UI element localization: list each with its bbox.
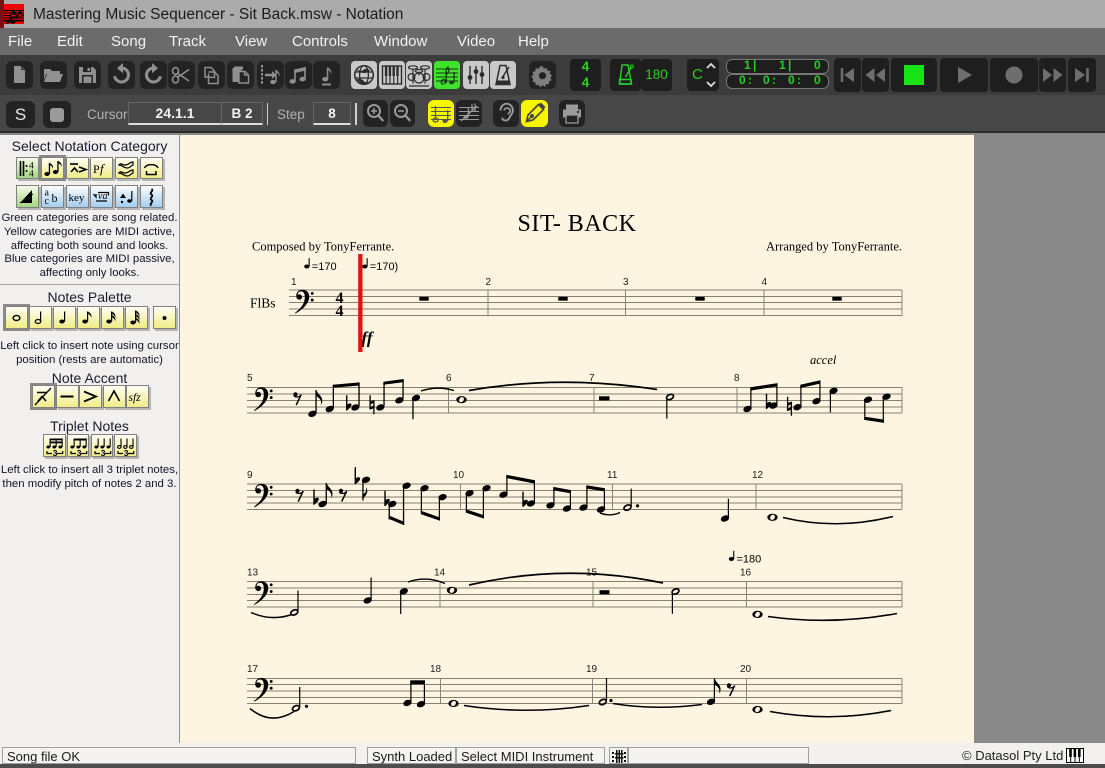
svg-text:=180: =180 [737,554,762,566]
svg-text:c: c [45,196,50,207]
svg-text:b: b [52,191,58,205]
svg-text:18: 18 [430,664,442,675]
svg-text:SIT- BACK: SIT- BACK [518,211,637,237]
svg-text:10: 10 [453,470,465,481]
svg-text:19: 19 [586,664,598,675]
svg-text:): ) [395,261,399,273]
svg-text:8: 8 [734,373,740,384]
svg-text:3: 3 [100,448,105,456]
svg-text:17: 17 [247,664,259,675]
svg-text:=170: =170 [370,261,395,273]
svg-text:ff: ff [362,329,375,348]
svg-text:FlBs: FlBs [250,296,276,311]
svg-text:11: 11 [607,470,618,481]
svg-text:Composed by TonyFerrante.: Composed by TonyFerrante. [252,240,394,254]
svg-text:14: 14 [434,568,446,579]
svg-text:accel: accel [810,353,837,367]
svg-text:5: 5 [247,373,253,384]
svg-text:3: 3 [623,277,629,288]
svg-text:4: 4 [29,169,34,179]
svg-text:4: 4 [336,303,344,320]
svg-text:3: 3 [77,448,82,456]
svg-text:key: key [69,192,85,204]
svg-text:4: 4 [762,277,768,288]
svg-text:P: P [93,162,100,176]
svg-text:3: 3 [124,448,129,456]
svg-text:Arranged by TonyFerrante.: Arranged by TonyFerrante. [766,240,902,254]
svg-text:sfz: sfz [129,392,142,404]
svg-text:3: 3 [53,448,58,456]
svg-text:9: 9 [247,470,253,481]
svg-text:=170: =170 [312,261,337,273]
svg-text:f: f [100,161,106,176]
svg-text:6: 6 [446,373,452,384]
svg-text:1: 1 [291,277,297,288]
svg-text:16: 16 [740,568,752,579]
svg-text:2: 2 [486,277,492,288]
svg-text:20: 20 [740,664,752,675]
svg-text:13: 13 [247,568,259,579]
svg-text:12: 12 [752,470,764,481]
